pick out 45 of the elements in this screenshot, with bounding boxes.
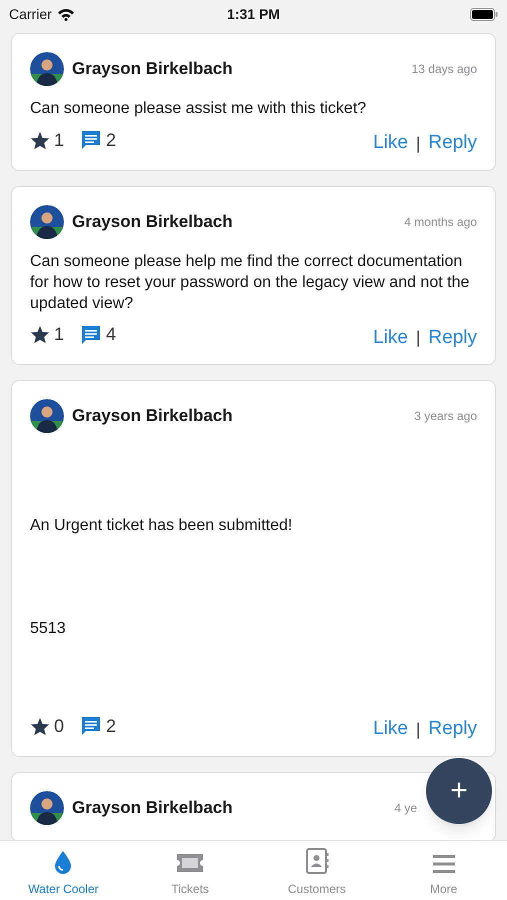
post-text: 5513 xyxy=(30,619,67,639)
comment-count: 2 xyxy=(106,714,116,738)
contact-book-icon xyxy=(304,848,329,874)
author-name: Grayson Birkelbach xyxy=(72,796,233,819)
clock-time: 1:31 PM xyxy=(227,4,280,24)
tab[interactable]: More xyxy=(380,841,507,900)
post-text: Can someone please help me find the correct documentation for how to reset your password on the legacy view and not the updated view? xyxy=(30,252,470,314)
star-icon xyxy=(30,716,50,736)
comment-count: 4 xyxy=(106,323,116,346)
post-time: 4 ye xyxy=(394,800,417,816)
author-name: Grayson Birkelbach xyxy=(72,405,233,428)
author-name: Grayson Birkelbach xyxy=(72,210,233,233)
post-text: An Urgent ticket has been submitted! xyxy=(30,516,294,536)
menu-icon xyxy=(432,854,456,874)
comment-count: 2 xyxy=(106,128,116,152)
carrier-label: Carrier xyxy=(9,4,52,24)
reply-link[interactable]: Reply xyxy=(428,129,477,158)
star-count: 0 xyxy=(54,714,64,738)
post-time: 13 days ago xyxy=(412,61,477,78)
comment-icon xyxy=(80,715,102,737)
wifi-icon xyxy=(56,8,75,20)
post-text: Can someone please assist me with this ticket? xyxy=(30,99,368,119)
star-icon xyxy=(30,130,50,150)
comment-icon xyxy=(80,129,102,151)
star-icon xyxy=(30,325,50,344)
like-link[interactable]: Like xyxy=(373,129,408,158)
reply-link[interactable]: Reply xyxy=(428,715,477,744)
star-count: 1 xyxy=(54,128,64,152)
star-count: 1 xyxy=(54,323,64,346)
tab[interactable]: Customers xyxy=(254,841,380,900)
separator: | xyxy=(416,327,420,349)
tab[interactable]: Water Cooler xyxy=(0,841,127,900)
like-link[interactable]: Like xyxy=(373,715,408,744)
comment-icon xyxy=(80,324,102,346)
post-time: 3 years ago xyxy=(414,408,477,425)
separator: | xyxy=(416,132,420,155)
tab[interactable]: Tickets xyxy=(126,841,254,900)
battery-icon xyxy=(470,8,498,20)
like-link[interactable]: Like xyxy=(373,324,408,352)
post-time: 4 months ago xyxy=(404,214,477,230)
author-name: Grayson Birkelbach xyxy=(72,58,233,80)
separator: | xyxy=(416,718,420,741)
reply-link[interactable]: Reply xyxy=(428,324,477,352)
water-drop-icon xyxy=(54,850,72,874)
ticket-icon xyxy=(175,852,206,874)
